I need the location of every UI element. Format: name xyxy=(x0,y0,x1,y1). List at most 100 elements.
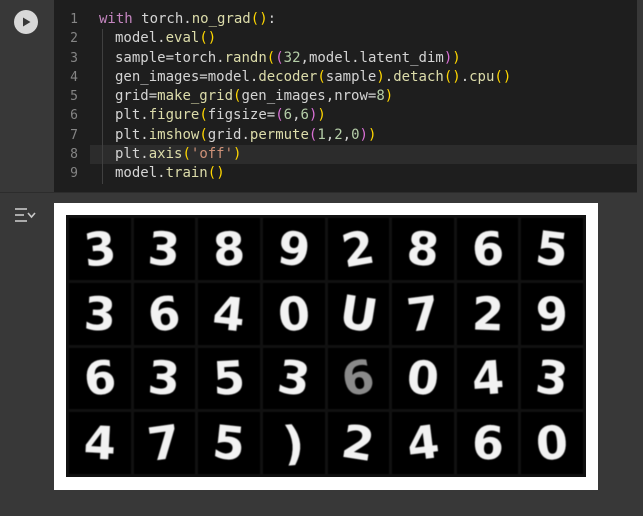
digit-tile: 6 xyxy=(133,282,196,345)
digit-glyph: 4 xyxy=(210,285,248,343)
digit-tile: 4 xyxy=(198,282,260,345)
code-line[interactable]: with torch.no_grad(): xyxy=(90,10,643,29)
digit-tile: 3 xyxy=(69,282,131,345)
code-text: model.eval() xyxy=(115,30,217,47)
digit-glyph: 6 xyxy=(144,284,185,343)
digit-glyph: 0 xyxy=(534,415,571,472)
digit-glyph: 3 xyxy=(146,350,183,407)
digit-tile: 3 xyxy=(133,347,196,410)
digit-tile: 7 xyxy=(392,282,454,345)
digit-tile: 8 xyxy=(392,218,454,280)
output-toggle-icon xyxy=(15,208,36,222)
digit-tile: 6 xyxy=(69,347,131,410)
digit-glyph: 3 xyxy=(82,285,118,342)
code-text: plt.imshow(grid.permute(1,2,0)) xyxy=(115,126,377,143)
digit-tile: 2 xyxy=(456,282,519,345)
code-text: plt.figure(figsize=(6,6)) xyxy=(115,107,326,124)
digit-glyph: 4 xyxy=(403,414,443,472)
line-number: 6 xyxy=(70,108,78,124)
line-number: 3 xyxy=(70,50,78,66)
digit-tile: 5 xyxy=(198,412,260,474)
digit-glyph: 3 xyxy=(274,349,314,408)
digit-glyph: 6 xyxy=(470,415,505,471)
digit-tile: 3 xyxy=(262,347,325,410)
code-text: grid=make_grid(gen_images,nrow=8) xyxy=(115,88,394,105)
digit-tile: U xyxy=(327,282,390,345)
digit-tile: 9 xyxy=(262,218,325,280)
code-line[interactable]: plt.figure(figsize=(6,6)) xyxy=(90,106,643,126)
digit-glyph: 9 xyxy=(534,285,571,342)
digit-glyph: 3 xyxy=(533,349,572,408)
code-line[interactable]: gen_images=model.decoder(sample).detach(… xyxy=(90,67,643,88)
line-number: 5 xyxy=(70,89,78,105)
digit-glyph: U xyxy=(335,284,381,344)
digit-glyph: 3 xyxy=(81,220,119,278)
indent-guide xyxy=(102,125,103,146)
digit-glyph: 9 xyxy=(274,219,314,278)
code-text: sample=torch.randn((32,model.latent_dim)… xyxy=(115,49,461,66)
digit-tile: 4 xyxy=(456,347,519,410)
digit-tile: 6 xyxy=(456,218,519,280)
digit-glyph: 8 xyxy=(211,221,247,277)
code-line[interactable]: plt.imshow(grid.permute(1,2,0)) xyxy=(90,125,643,146)
digit-glyph: 5 xyxy=(533,220,572,278)
line-number: 7 xyxy=(70,127,78,143)
digit-glyph: 5 xyxy=(211,350,247,407)
line-number: 1 xyxy=(70,12,78,27)
line-number: 8 xyxy=(70,147,78,163)
digit-glyph: 3 xyxy=(146,220,183,277)
digit-tile: 3 xyxy=(133,218,196,280)
digit-tile: 7 xyxy=(133,412,196,474)
digit-tile: 8 xyxy=(198,218,260,280)
digit-tile: 6 xyxy=(327,347,390,410)
cell-output: 3 3 8 9 2 8 6 5 3 6 4 0 U 7 2 9 6 3 5 3 6 0 4 3 4 7 5) 2 4 6 0 xyxy=(54,203,598,490)
digit-tile: ) xyxy=(262,412,325,474)
digit-glyph: ) xyxy=(280,415,307,471)
code-line[interactable]: sample=torch.randn((32,model.latent_dim)… xyxy=(90,48,643,68)
output-toggle-button[interactable] xyxy=(14,206,36,224)
digit-glyph: 7 xyxy=(403,284,443,343)
digit-glyph: 2 xyxy=(470,286,505,342)
digit-tile: 3 xyxy=(69,218,131,280)
run-cell-button[interactable] xyxy=(14,10,38,34)
digit-tile: 5 xyxy=(521,218,583,280)
indent-guide xyxy=(102,106,103,126)
digit-tile: 6 xyxy=(456,412,519,474)
digit-glyph: 4 xyxy=(82,415,118,471)
digit-glyph: 8 xyxy=(404,220,442,278)
digit-tile: 3 xyxy=(521,347,583,410)
code-text: model.train() xyxy=(115,165,225,182)
digit-glyph: 4 xyxy=(469,350,506,407)
digit-tile: 0 xyxy=(392,347,454,410)
digit-glyph: 6 xyxy=(469,220,506,277)
digit-tile: 2 xyxy=(327,218,390,280)
line-number: 2 xyxy=(70,31,78,47)
indent-guide xyxy=(102,145,103,165)
play-icon xyxy=(23,17,31,27)
digit-glyph: 0 xyxy=(404,350,442,407)
line-number: 9 xyxy=(70,166,78,182)
indent-guide xyxy=(102,164,103,184)
digit-glyph: 6 xyxy=(337,349,379,408)
digit-glyph: 2 xyxy=(338,413,379,473)
code-editor[interactable]: 1 2 3 4 5 6 7 8 9 with torch.no_grad(): m… xyxy=(0,0,643,193)
code-line[interactable]: plt.axis('off') xyxy=(90,145,643,165)
digit-tile: 0 xyxy=(521,412,583,474)
code-lines[interactable]: with torch.no_grad(): model.eval() sample=… xyxy=(90,10,643,184)
digit-glyph: 0 xyxy=(275,285,312,342)
code-line[interactable]: grid=make_grid(gen_images,nrow=8) xyxy=(90,87,643,107)
digit-glyph: 5 xyxy=(210,414,248,472)
digit-tile: 4 xyxy=(392,412,454,474)
code-line[interactable]: model.train() xyxy=(90,164,643,184)
digit-tile: 2 xyxy=(327,412,390,474)
line-numbers: 1 2 3 4 5 6 7 8 9 xyxy=(54,10,78,184)
indent-guide xyxy=(102,29,103,49)
digit-glyph: 2 xyxy=(337,219,379,279)
digit-tile: 0 xyxy=(262,282,325,345)
digit-tile: 5 xyxy=(198,347,260,410)
generated-digits-image: 3 3 8 9 2 8 6 5 3 6 4 0 U 7 2 9 6 3 5 3 6 0 4 3 4 7 5) 2 4 6 0 xyxy=(66,215,586,477)
code-line[interactable]: model.eval() xyxy=(90,29,643,49)
notebook-cell: 1 2 3 4 5 6 7 8 9 with torch.no_grad(): m… xyxy=(0,0,643,516)
digit-tile: 9 xyxy=(521,282,583,345)
scrollbar[interactable] xyxy=(637,0,643,516)
